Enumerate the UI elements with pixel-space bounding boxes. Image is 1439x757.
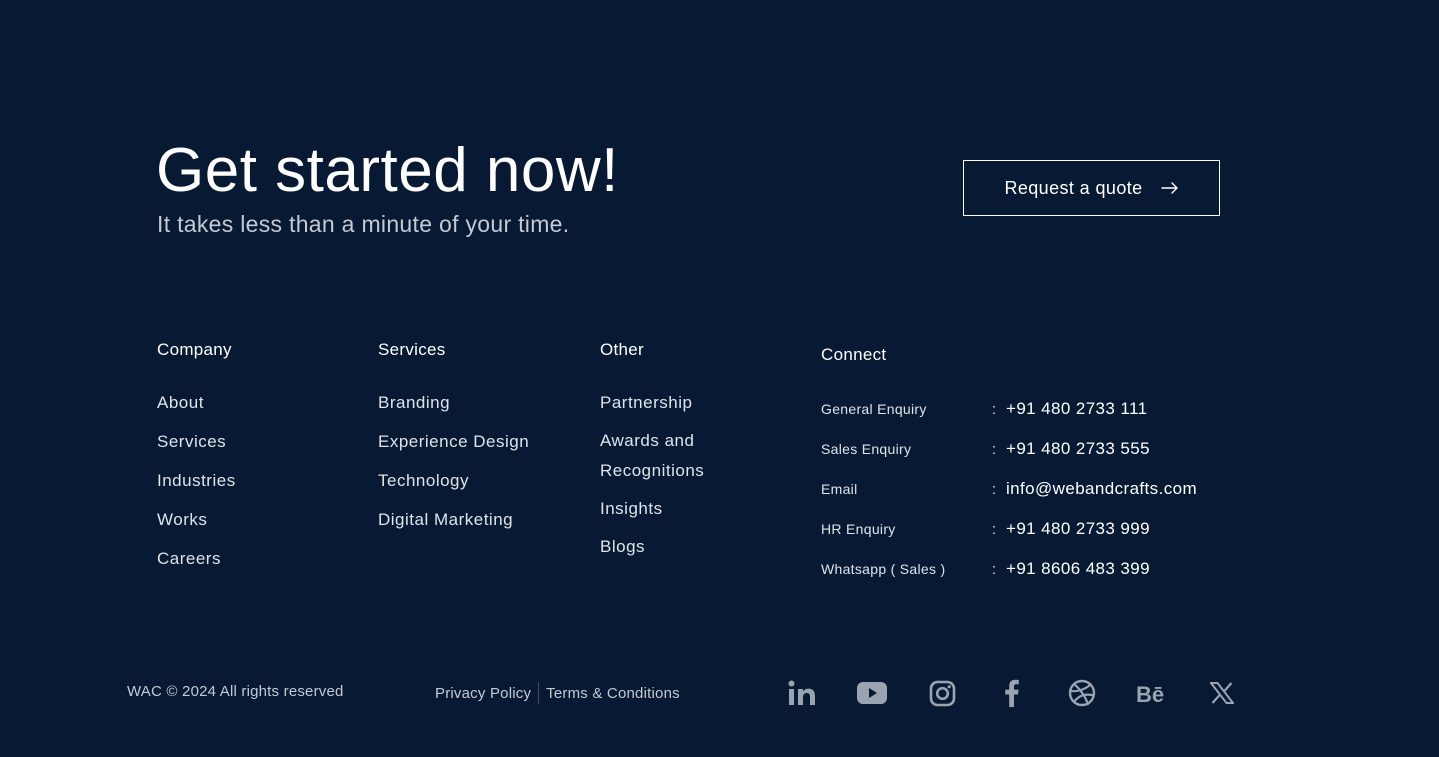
company-links: About Services Industries Works Careers xyxy=(157,388,236,574)
hero-title: Get started now! xyxy=(156,136,619,205)
x-icon[interactable] xyxy=(1206,676,1238,710)
contact-row-sales: Sales Enquiry : +91 480 2733 555 xyxy=(821,429,1197,469)
link-partnership[interactable]: Partnership xyxy=(600,388,730,418)
contact-label: HR Enquiry xyxy=(821,521,896,537)
contact-separator: : xyxy=(992,400,997,418)
contact-separator: : xyxy=(992,560,997,578)
contact-separator: : xyxy=(992,480,997,498)
contact-label: General Enquiry xyxy=(821,401,927,417)
legal-divider xyxy=(538,682,540,704)
contact-row-general: General Enquiry : +91 480 2733 111 xyxy=(821,389,1197,429)
contact-value[interactable]: +91 480 2733 111 xyxy=(1006,399,1147,419)
copyright-text: WAC © 2024 All rights reserved xyxy=(127,683,344,700)
contact-value[interactable]: info@webandcrafts.com xyxy=(1006,479,1197,499)
contact-separator: : xyxy=(992,520,997,538)
svg-text:Bē: Bē xyxy=(1136,682,1164,704)
connect-column: Connect General Enquiry : +91 480 2733 1… xyxy=(821,345,1197,589)
footer-page: Get started now! It takes less than a mi… xyxy=(0,0,1439,757)
company-column: Company About Services Industries Works … xyxy=(157,340,236,583)
contact-value[interactable]: +91 480 2733 555 xyxy=(1006,439,1150,459)
social-links: Bē xyxy=(786,676,1238,710)
other-column: Other Partnership Awards and Recognition… xyxy=(600,340,730,570)
request-quote-button[interactable]: Request a quote xyxy=(963,160,1220,216)
privacy-policy-link[interactable]: Privacy Policy xyxy=(435,685,531,702)
contact-row-email: Email : info@webandcrafts.com xyxy=(821,469,1197,509)
instagram-icon[interactable] xyxy=(926,676,958,710)
link-awards[interactable]: Awards and Recognitions xyxy=(600,426,730,486)
contact-separator: : xyxy=(992,440,997,458)
services-heading: Services xyxy=(378,340,446,359)
link-insights[interactable]: Insights xyxy=(600,494,730,524)
arrow-right-icon xyxy=(1160,182,1178,194)
terms-link[interactable]: Terms & Conditions xyxy=(546,685,680,702)
connect-heading: Connect xyxy=(821,345,887,364)
link-services[interactable]: Services xyxy=(157,427,236,457)
link-digital-marketing[interactable]: Digital Marketing xyxy=(378,505,529,535)
other-links: Partnership Awards and Recognitions Insi… xyxy=(600,388,730,562)
linkedin-icon[interactable] xyxy=(786,676,818,710)
link-industries[interactable]: Industries xyxy=(157,466,236,496)
other-heading: Other xyxy=(600,340,645,359)
facebook-icon[interactable] xyxy=(996,676,1028,710)
services-column: Services Branding Experience Design Tech… xyxy=(378,340,529,544)
contact-value[interactable]: +91 8606 483 399 xyxy=(1006,559,1150,579)
services-links: Branding Experience Design Technology Di… xyxy=(378,388,529,535)
hero-subtitle: It takes less than a minute of your time… xyxy=(157,211,570,237)
contact-label: Whatsapp ( Sales ) xyxy=(821,561,946,577)
dribbble-icon[interactable] xyxy=(1066,676,1098,710)
contact-value[interactable]: +91 480 2733 999 xyxy=(1006,519,1150,539)
link-about[interactable]: About xyxy=(157,388,236,418)
link-experience-design[interactable]: Experience Design xyxy=(378,427,529,457)
youtube-icon[interactable] xyxy=(856,676,888,710)
request-quote-label: Request a quote xyxy=(1004,177,1143,198)
link-technology[interactable]: Technology xyxy=(378,466,529,496)
contact-row-hr: HR Enquiry : +91 480 2733 999 xyxy=(821,509,1197,549)
link-careers[interactable]: Careers xyxy=(157,544,236,574)
contact-label: Sales Enquiry xyxy=(821,441,912,457)
company-heading: Company xyxy=(157,340,232,359)
link-branding[interactable]: Branding xyxy=(378,388,529,418)
legal-links: Privacy Policy Terms & Conditions xyxy=(435,682,680,704)
behance-icon[interactable]: Bē xyxy=(1136,676,1168,710)
link-blogs[interactable]: Blogs xyxy=(600,532,730,562)
contact-row-whatsapp: Whatsapp ( Sales ) : +91 8606 483 399 xyxy=(821,549,1197,589)
link-works[interactable]: Works xyxy=(157,505,236,535)
contact-label: Email xyxy=(821,481,858,497)
